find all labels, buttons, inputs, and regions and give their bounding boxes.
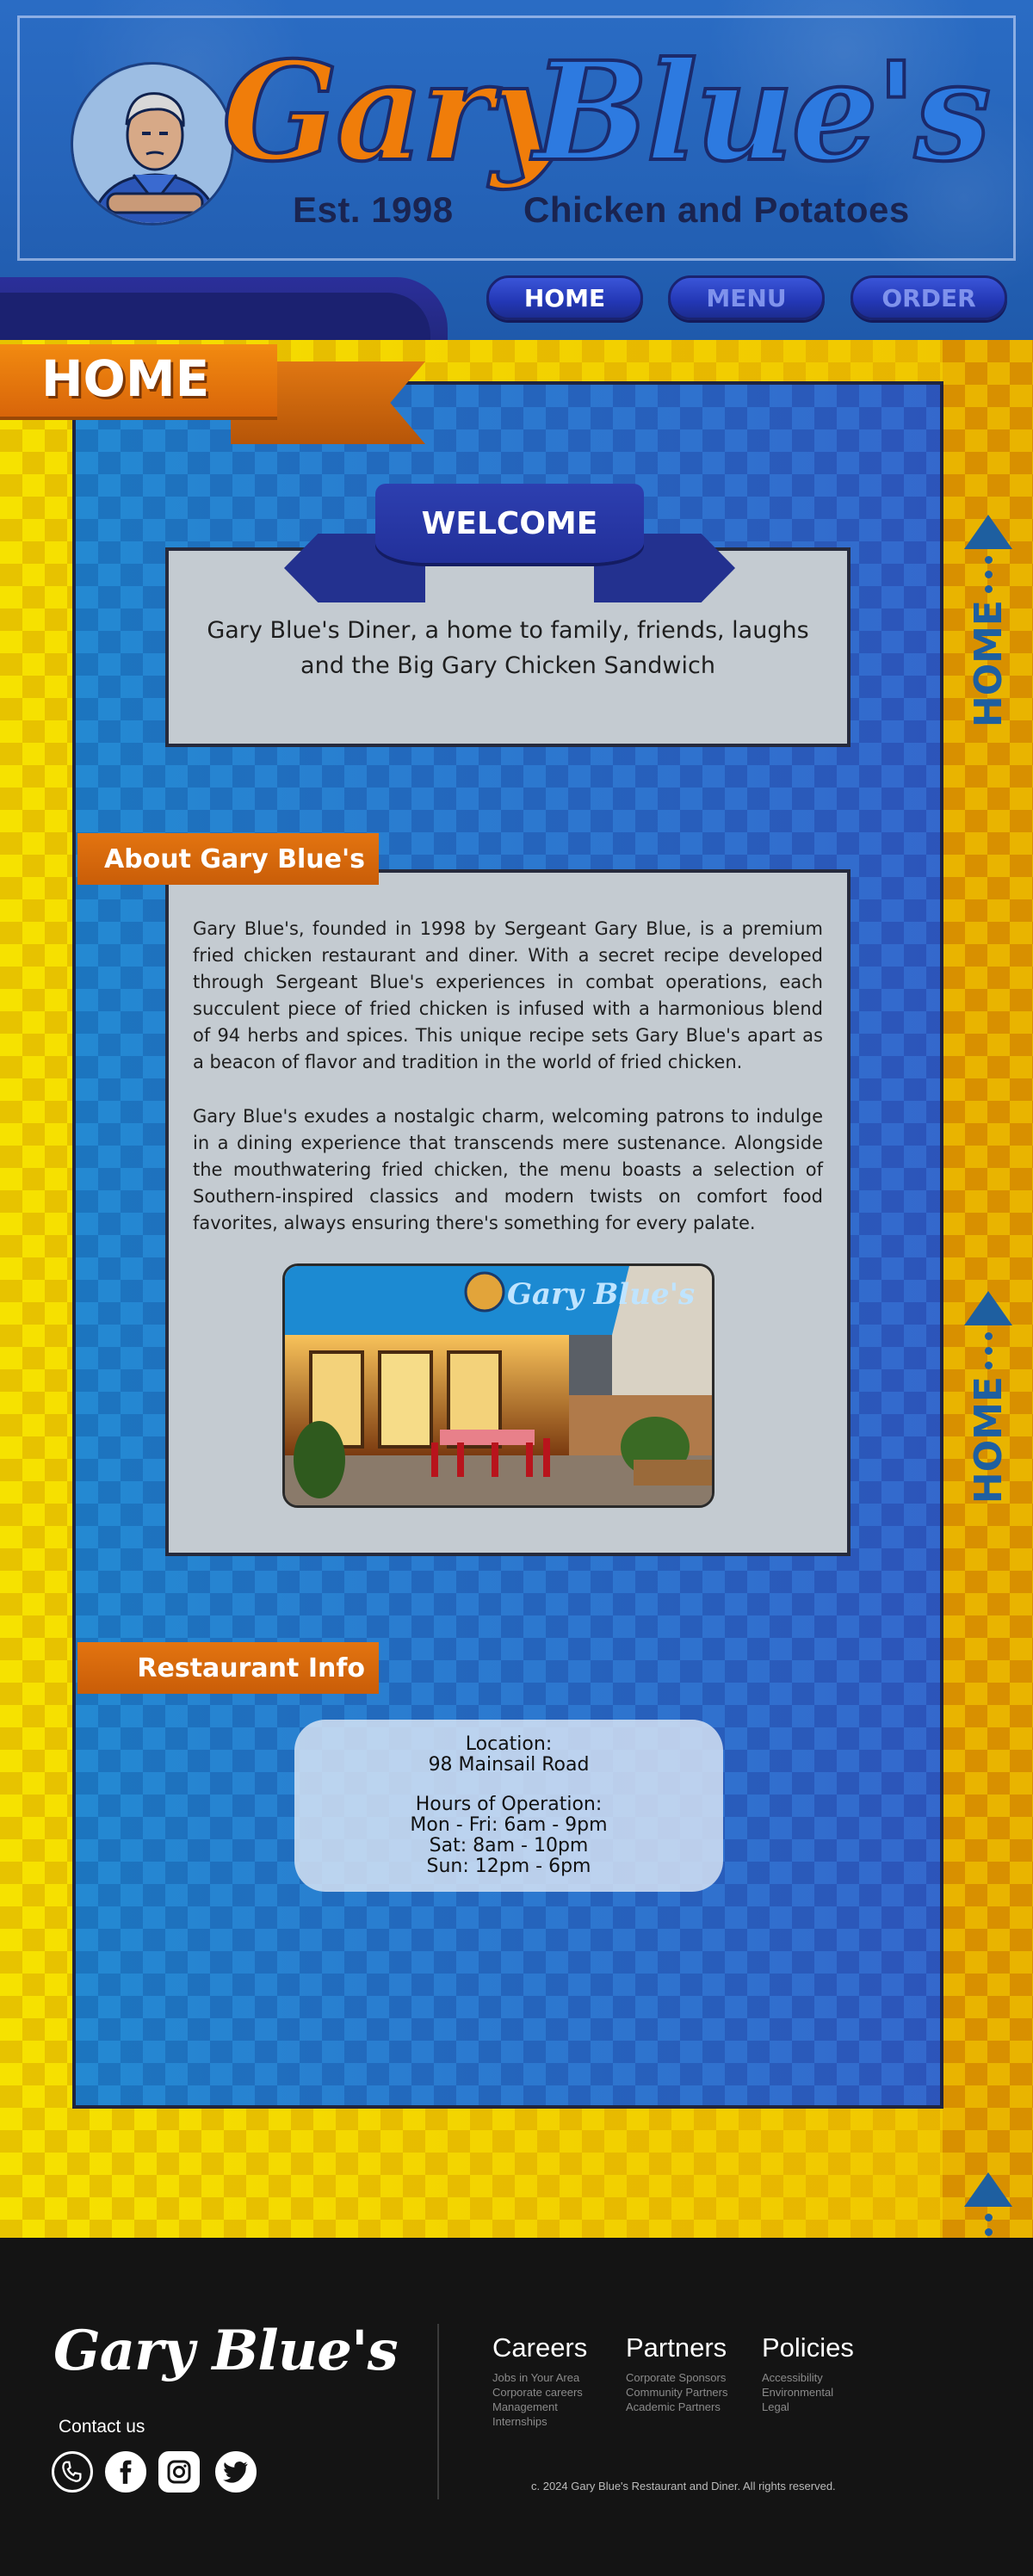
about-paragraph-1: Gary Blue's, founded in 1998 by Sergeant… [193,918,823,1072]
twitter-icon[interactable] [215,2451,257,2493]
founder-portrait [71,62,234,225]
footer-link[interactable]: Academic Partners [626,2400,727,2414]
photo-sign: Gary Blue's [507,1277,695,1312]
footer-column-partners: Partners Corporate Sponsors Community Pa… [626,2332,727,2414]
footer-link[interactable]: Environmental [762,2385,854,2400]
footer-link[interactable]: Internships [492,2414,587,2429]
footer-link[interactable]: Corporate careers [492,2385,587,2400]
restaurant-info-heading: Restaurant Info [77,1642,379,1694]
phone-icon[interactable] [52,2451,93,2493]
nav-menu-button[interactable]: MENU [668,275,825,320]
footer-link[interactable]: Legal [762,2400,854,2414]
side-home-link[interactable]: HOME [947,1291,1030,1504]
footer-column-title: Partners [626,2332,727,2363]
welcome-heading: WELCOME [421,505,598,541]
footer-column-careers: Careers Jobs in Your Area Corporate care… [492,2332,587,2429]
up-arrow-icon [964,515,1012,549]
restaurant-info-box: Location: 98 Mainsail Road Hours of Oper… [294,1720,723,1892]
welcome-banner: WELCOME [375,484,644,563]
hours-label: Hours of Operation: [415,1794,603,1815]
side-home-label: HOME [966,1376,1011,1504]
contact-us-label: Contact us [59,2417,145,2437]
hours-weekday: Mon - Fri: 6am - 9pm [410,1814,608,1836]
side-home-label: HOME [966,600,1011,728]
footer-link[interactable]: Community Partners [626,2385,727,2400]
about-heading: About Gary Blue's [77,833,379,885]
logo-tagline: Chicken and Potatoes [523,189,910,230]
footer-column-policies: Policies Accessibility Environmental Leg… [762,2332,854,2414]
logo-blue: Blue's [532,33,993,192]
location-label: Location: [465,1733,553,1755]
up-arrow-icon [964,2172,1012,2207]
footer-link[interactable]: Accessibility [762,2370,854,2385]
footer-link[interactable]: Management [492,2400,587,2414]
hours-sunday: Sun: 12pm - 6pm [426,1856,591,1877]
side-home-link[interactable]: HOME [947,515,1030,727]
instagram-icon[interactable] [158,2451,200,2493]
footer-column-title: Policies [762,2332,854,2363]
welcome-text: Gary Blue's Diner, a home to family, fri… [207,617,809,679]
facebook-icon[interactable] [105,2451,146,2493]
restaurant-photo: Gary Blue's [282,1263,714,1508]
footer-link[interactable]: Corporate Sponsors [626,2370,727,2385]
logo-gary: Gary [220,33,571,192]
footer-logo[interactable]: Gary Blue's [53,2319,399,2383]
copyright-text: c. 2024 Gary Blue's Restaurant and Diner… [531,2480,836,2493]
logo-established: Est. 1998 [293,189,454,230]
nav-home-button[interactable]: HOME [486,275,643,320]
address-text: 98 Mainsail Road [428,1754,590,1776]
about-paragraph-2: Gary Blue's exudes a nostalgic charm, we… [193,1106,823,1233]
up-arrow-icon [964,1291,1012,1325]
nav-band-shadow [0,293,430,340]
nav-order-button[interactable]: ORDER [851,275,1007,320]
page-title: HOME [41,349,210,408]
hours-saturday: Sat: 8am - 10pm [429,1835,589,1856]
footer-link[interactable]: Jobs in Your Area [492,2370,587,2385]
footer-divider [437,2324,439,2499]
footer-column-title: Careers [492,2332,588,2363]
